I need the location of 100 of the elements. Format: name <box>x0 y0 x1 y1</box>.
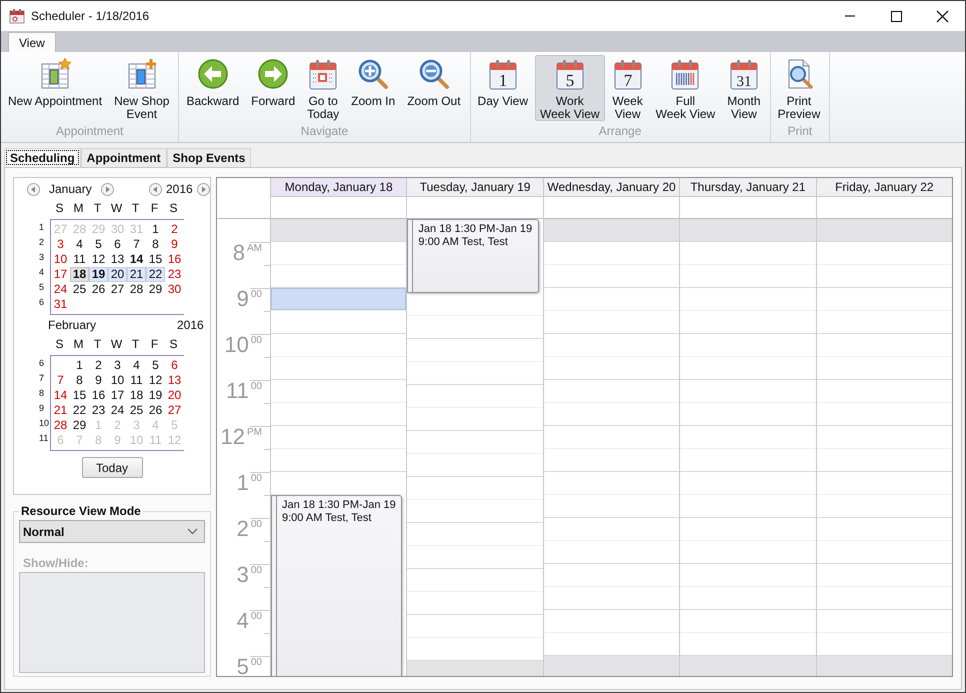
calendar-day[interactable]: 4 <box>70 237 89 252</box>
calendar-day[interactable]: 28 <box>51 418 70 433</box>
calendar-day[interactable]: 8 <box>70 373 89 388</box>
calendar-day[interactable]: 15 <box>70 388 89 403</box>
calendar-day[interactable]: 23 <box>89 403 108 418</box>
ribbon-button[interactable]: New Shop Event <box>109 55 174 121</box>
calendar-day[interactable]: 5 <box>146 358 165 373</box>
calendar-day[interactable]: 31 <box>51 297 70 312</box>
calendar-day[interactable]: 16 <box>165 252 184 267</box>
calendar-day[interactable]: 17 <box>108 388 127 403</box>
calendar-day[interactable]: 1 <box>70 358 89 373</box>
calendar-day[interactable]: 4 <box>127 358 146 373</box>
appointment[interactable]: Jan 18 1:30 PM-Jan 19 9:00 AM Test, Test <box>271 495 402 676</box>
calendar-day[interactable]: 19 <box>89 267 108 282</box>
calendar-day[interactable]: 10 <box>51 252 70 267</box>
calendar-day[interactable]: 14 <box>127 252 146 267</box>
calendar-day[interactable]: 20 <box>165 388 184 403</box>
calendar-day[interactable]: 21 <box>127 267 146 282</box>
dropdown[interactable]: Normal <box>19 520 205 543</box>
calendar-day[interactable]: 6 <box>108 237 127 252</box>
ribbon-button[interactable]: Backward <box>181 55 244 121</box>
calendar-day[interactable]: 13 <box>165 373 184 388</box>
time-slot[interactable] <box>816 219 952 242</box>
calendar-day[interactable]: 5 <box>89 237 108 252</box>
calendar-day[interactable]: 25 <box>70 282 89 297</box>
calendar-day[interactable]: 2 <box>165 222 184 237</box>
tab[interactable]: Shop Events <box>166 148 252 167</box>
calendar-day[interactable]: 29 <box>70 418 89 433</box>
weekday-label: T <box>130 337 140 353</box>
ribbon-button[interactable]: Go to Today <box>302 55 344 121</box>
time-slot[interactable] <box>544 219 680 242</box>
ribbon-button[interactable]: Zoom Out <box>402 55 466 121</box>
next-button[interactable] <box>100 182 114 196</box>
ribbon-button[interactable]: New Appointment <box>3 55 108 121</box>
day-header[interactable]: Monday, January 18 <box>270 178 406 197</box>
calendar-day[interactable]: 28 <box>127 282 146 297</box>
calendar-day[interactable]: 1 <box>146 222 165 237</box>
day-header[interactable]: Tuesday, January 19 <box>406 178 543 197</box>
today-button[interactable]: Today <box>82 457 142 478</box>
calendar-day[interactable]: 6 <box>165 358 184 373</box>
time-slot[interactable] <box>680 219 816 242</box>
calendar-day[interactable]: 29 <box>146 282 165 297</box>
calendar-day[interactable]: 11 <box>70 252 89 267</box>
ribbon-button[interactable]: 1 Day View <box>472 55 534 121</box>
previous-button[interactable] <box>149 182 162 196</box>
calendar-day[interactable]: 8 <box>146 237 165 252</box>
ribbon-button[interactable]: Forward <box>246 55 300 121</box>
calendar-day[interactable]: 9 <box>89 373 108 388</box>
calendar-day[interactable]: 23 <box>165 267 184 282</box>
day-header[interactable]: Wednesday, January 20 <box>542 178 680 197</box>
calendar-day[interactable]: 10 <box>108 373 127 388</box>
calendar-day[interactable]: 16 <box>89 388 108 403</box>
ribbon-button[interactable]: Print Preview <box>772 55 826 121</box>
calendar-day[interactable]: 27 <box>108 282 127 297</box>
ribbon-button[interactable]: 7 Week View <box>606 55 649 121</box>
calendar-day[interactable]: 2 <box>89 358 108 373</box>
calendar-day[interactable]: 3 <box>108 358 127 373</box>
ribbon-button[interactable]: Zoom In <box>346 55 400 121</box>
weekday-label: S <box>54 337 64 353</box>
calendar-day[interactable]: 9 <box>165 237 184 252</box>
calendar-day[interactable]: 22 <box>146 267 165 282</box>
calendar-day[interactable]: 18 <box>70 267 89 282</box>
calendar-day[interactable]: 11 <box>127 373 146 388</box>
calendar-day[interactable]: 17 <box>51 267 70 282</box>
calendar-day[interactable]: 7 <box>51 373 70 388</box>
day-header[interactable]: Thursday, January 21 <box>679 178 816 197</box>
calendar-day[interactable]: 19 <box>146 388 165 403</box>
calendar-day[interactable]: 12 <box>89 252 108 267</box>
time-slot[interactable] <box>271 219 406 242</box>
time-slot[interactable] <box>544 656 680 676</box>
day-header[interactable]: Friday, January 22 <box>816 178 952 197</box>
calendar-day[interactable]: 3 <box>51 237 70 252</box>
calendar-day[interactable]: 25 <box>127 403 146 418</box>
calendar-day[interactable]: 24 <box>51 282 70 297</box>
calendar-day[interactable]: 7 <box>127 237 146 252</box>
tab[interactable]: Appointment <box>80 148 167 167</box>
calendar-day[interactable]: 27 <box>165 403 184 418</box>
calendar-day[interactable]: 22 <box>70 403 89 418</box>
calendar-day[interactable]: 26 <box>89 282 108 297</box>
calendar-day[interactable]: 21 <box>51 403 70 418</box>
ribbon-button[interactable]: 31 Month View <box>722 55 766 121</box>
calendar-day[interactable]: 26 <box>146 403 165 418</box>
ribbon-tab[interactable]: View <box>8 32 56 52</box>
time-slot[interactable] <box>271 288 406 311</box>
next-button[interactable] <box>196 182 210 196</box>
calendar-day[interactable]: 12 <box>146 373 165 388</box>
calendar-day[interactable]: 24 <box>108 403 127 418</box>
appointment[interactable]: Jan 18 1:30 PM-Jan 19 9:00 AM Test, Test <box>407 219 539 293</box>
ribbon-button[interactable]: Full Week View <box>650 55 720 121</box>
calendar-day[interactable]: 13 <box>108 252 127 267</box>
calendar-day[interactable]: 20 <box>108 267 127 282</box>
ribbon-button[interactable]: 5 Work Week View <box>535 55 605 121</box>
time-slot[interactable] <box>680 656 816 676</box>
previous-button[interactable] <box>27 182 40 196</box>
tab[interactable]: Scheduling <box>4 148 81 167</box>
calendar-day[interactable]: 14 <box>51 388 70 403</box>
time-slot[interactable] <box>816 656 952 676</box>
calendar-day[interactable]: 15 <box>146 252 165 267</box>
calendar-day[interactable]: 30 <box>165 282 184 297</box>
calendar-day[interactable]: 18 <box>127 388 146 403</box>
